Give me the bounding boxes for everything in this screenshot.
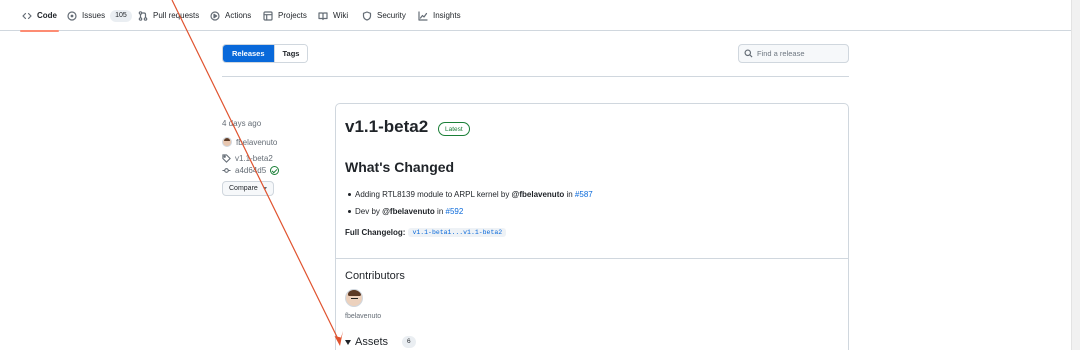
tab-security[interactable]: Security [362, 0, 406, 31]
card-divider [335, 258, 849, 259]
change-item-1-text: Adding RTL8139 module to ARPL kernel by [355, 190, 512, 199]
tab-wiki[interactable]: Wiki [318, 0, 348, 31]
book-icon [318, 11, 328, 20]
change-item-2-user[interactable]: @fbelavenuto [382, 207, 435, 216]
releases-tags-toggle: Releases Tags [222, 44, 309, 63]
pull-request-icon [138, 10, 148, 21]
release-time: 4 days ago [222, 119, 261, 128]
release-commit[interactable]: a4d64d5 [222, 166, 280, 175]
commit-icon [222, 168, 231, 173]
assets-label: Assets [355, 336, 389, 348]
tab-issues-label: Issues [82, 11, 106, 20]
issue-icon [67, 10, 77, 21]
tab-actions-label: Actions [225, 11, 252, 20]
assets-counter: 6 [402, 336, 416, 348]
contributor-name: fbelavenuto [345, 313, 382, 320]
commit-hash[interactable]: a4d64d5 [235, 166, 266, 175]
tab-code-label: Code [37, 11, 57, 20]
tab-wiki-label: Wiki [333, 11, 349, 20]
release-search[interactable] [738, 44, 849, 63]
full-changelog: Full Changelog: v1.1-beta1...v1.1-beta2 [345, 228, 507, 237]
search-icon [744, 49, 753, 58]
release-search-input[interactable] [757, 49, 847, 58]
tab-security-label: Security [377, 11, 406, 20]
tab-projects[interactable]: Projects [263, 0, 307, 31]
release-tag[interactable]: v1.1-beta2 [222, 154, 273, 163]
repo-nav: Code Issues 105 Pull requests Actions Pr… [0, 0, 1080, 32]
tab-insights-label: Insights [433, 11, 461, 20]
change-item-1-pr-link[interactable]: #587 [575, 190, 593, 199]
triangle-down-icon [345, 339, 351, 345]
divider [222, 76, 849, 77]
check-icon [270, 166, 280, 175]
issues-counter: 105 [110, 9, 132, 22]
tab-pull-requests[interactable]: Pull requests [138, 0, 199, 31]
change-item-2-pr-link[interactable]: #592 [446, 207, 464, 216]
changelog-label: Full Changelog: [345, 228, 406, 237]
release-time-text: 4 days ago [222, 119, 262, 128]
tags-button[interactable]: Tags [273, 45, 308, 62]
tab-code[interactable]: Code [20, 0, 59, 32]
compare-button[interactable]: Compare [222, 181, 274, 196]
change-item-2-in: in [434, 207, 446, 216]
tag-icon [222, 154, 231, 163]
code-icon [22, 12, 32, 19]
table-icon [263, 10, 273, 21]
contributor-avatar[interactable] [345, 289, 363, 307]
tag-name[interactable]: v1.1-beta2 [235, 154, 273, 163]
change-item-1: Adding RTL8139 module to ARPL kernel by … [348, 190, 593, 199]
latest-badge: Latest [438, 122, 470, 136]
tab-projects-label: Projects [278, 11, 307, 20]
play-icon [210, 10, 220, 21]
changelog-link[interactable]: v1.1-beta1...v1.1-beta2 [408, 228, 507, 237]
tab-insights[interactable]: Insights [418, 0, 461, 31]
graph-icon [418, 10, 428, 21]
tab-issues[interactable]: Issues 105 [67, 0, 132, 31]
author-name[interactable]: fbelavenuto [236, 138, 277, 147]
releases-button[interactable]: Releases [223, 45, 274, 62]
contributors-heading: Contributors [345, 270, 405, 282]
compare-label: Compare [229, 185, 258, 192]
shield-icon [362, 10, 372, 21]
release-title[interactable]: v1.1-beta2 [345, 117, 428, 137]
change-item-2-text: Dev by [355, 207, 383, 216]
release-author[interactable]: fbelavenuto [222, 137, 277, 147]
whats-changed-heading: What's Changed [345, 159, 455, 175]
release-card [335, 103, 849, 350]
change-item-1-user[interactable]: @fbelavenuto [512, 190, 565, 199]
tab-pull-requests-label: Pull requests [153, 11, 200, 20]
change-item-2: Dev by @fbelavenuto in #592 [347, 207, 464, 216]
change-item-1-in: in [564, 190, 575, 199]
tab-actions[interactable]: Actions [210, 0, 251, 31]
scrollbar[interactable] [1071, 0, 1080, 350]
assets-toggle[interactable]: Assets 6 [345, 336, 416, 348]
author-avatar [222, 137, 232, 147]
chevron-down-icon [262, 187, 267, 190]
